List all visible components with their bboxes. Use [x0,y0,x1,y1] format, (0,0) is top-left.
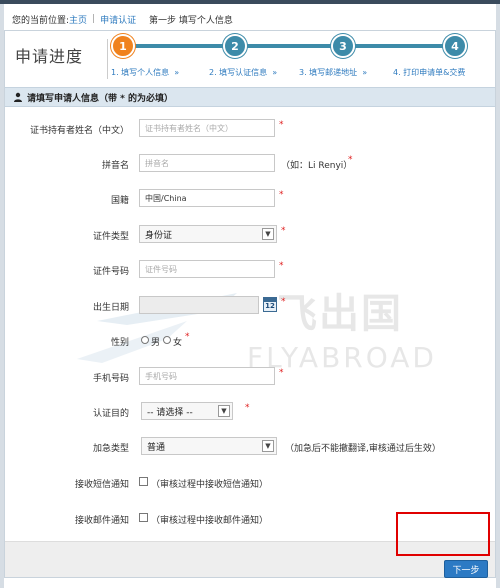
breadcrumb-separator [141,14,144,24]
pinyin-label: 拼音名 [101,161,129,171]
birth-date-label: 出生日期 [92,303,129,313]
row-phone: 手机号码 手机号码 * [5,367,495,387]
email-notify-text: （审核过程中接收邮件通知） [151,516,269,526]
row-gender: 性别 男 女 * [5,331,495,351]
breadcrumb-current: 第一步 填写个人信息 [149,15,233,26]
step-2-label-text: 2. 填写认证信息 [209,68,268,77]
section-header: 请填写申请人信息（带 * 的为必填） [5,87,495,107]
nationality-input[interactable]: 中国/China [139,189,275,207]
urgency-selected-value: 普通 [147,442,166,453]
progress-line [353,44,453,48]
required-mark: * [281,226,286,236]
breadcrumb-separator: | [92,14,96,24]
pinyin-input[interactable]: 拼音名 [139,154,275,172]
urgency-label: 加急类型 [92,444,129,454]
next-step-button[interactable]: 下一步 [444,560,488,578]
step-4-label: 4. 打印申请单&交费 [393,68,466,77]
breadcrumb-section-link[interactable]: 申请认证 [100,13,136,26]
sms-notify-label: 接收短信通知 [74,480,129,490]
step-3-label-text: 3. 填写邮递地址 [299,68,358,77]
gender-female-label: 女 [173,338,183,348]
row-id-number: 证件号码 证件号码 * [5,260,495,280]
section-title: 请填写申请人信息（带 * 的为必填） [27,93,173,104]
top-header-strip [0,0,500,4]
row-id-type: 证件类型 身份证 ▼ * [5,225,495,245]
step-3-circle: 3 [331,34,355,58]
step-1-circle: 1 [111,34,135,58]
row-nationality: 国籍 中国/China * [5,189,495,209]
step-2-label: 2. 填写认证信息 » [209,67,277,78]
chevron-down-icon[interactable]: ▼ [262,228,274,240]
row-urgency: 加急类型 普通 ▼ （加急后不能撤翻译,审核通过后生效） [5,437,495,457]
calendar-icon[interactable]: 12 [263,297,277,312]
gender-male-radio[interactable] [141,336,149,344]
gender-female-radio[interactable] [163,336,171,344]
breadcrumb-prefix: 您的当前位置: [12,15,70,26]
calendar-day: 12 [265,302,275,310]
watermark-plane-icon [77,293,237,363]
purpose-selected-value: -- 请选择 -- [147,407,193,418]
purpose-select[interactable]: -- 请选择 -- ▼ [141,402,233,420]
step-4-circle: 4 [443,34,467,58]
email-notify-checkbox[interactable] [139,513,148,522]
purpose-label: 认证目的 [92,409,129,419]
id-type-select[interactable]: 身份证 ▼ [139,225,277,243]
urgency-note: （加急后不能撤翻译,审核通过后生效） [285,444,441,454]
id-type-selected-value: 身份证 [145,230,173,241]
breadcrumb: 您的当前位置: 主页 | 申请认证 第一步 填写个人信息 [12,12,233,26]
required-mark: * [279,190,284,200]
pinyin-example-note: （如：Li Renyi） [281,161,353,171]
user-icon [14,92,22,102]
row-name-cn: 证书持有者姓名（中文） 证书持有者姓名（中文） * [5,119,495,139]
chevron-down-icon[interactable]: ▼ [262,440,274,452]
birth-date-input[interactable] [139,296,259,314]
step-1-label: 1. 填写个人信息 » [111,67,179,78]
step-chevron: » [272,68,278,77]
right-frame-edge [496,4,500,588]
phone-label: 手机号码 [92,374,129,384]
required-mark: * [185,332,190,342]
title-divider [107,39,108,79]
sms-notify-checkbox[interactable] [139,477,148,486]
row-sms-notify: 接收短信通知 （审核过程中接收短信通知） [5,473,495,493]
name-cn-input[interactable]: 证书持有者姓名（中文） [139,119,275,137]
name-cn-label: 证书持有者姓名（中文） [29,126,129,136]
urgency-select[interactable]: 普通 ▼ [141,437,277,455]
next-button-highlight [396,512,490,556]
step-2-circle: 2 [223,34,247,58]
row-purpose: 认证目的 -- 请选择 -- ▼ * [5,402,495,422]
step-chevron: » [362,68,368,77]
id-number-input[interactable]: 证件号码 [139,260,275,278]
required-mark: * [348,155,353,165]
email-notify-label: 接收邮件通知 [74,516,129,526]
row-pinyin: 拼音名 拼音名 （如：Li Renyi） * [5,154,495,174]
required-mark: * [279,261,284,271]
progress-title: 申请进度 [15,47,84,66]
step-chevron: » [174,68,180,77]
gender-male-label: 男 [151,338,161,348]
required-mark: * [279,120,284,130]
sms-notify-text: （审核过程中接收短信通知） [151,480,269,490]
step-3-label: 3. 填写邮递地址 » [299,67,367,78]
required-mark: * [281,297,286,307]
chevron-down-icon[interactable]: ▼ [218,405,230,417]
phone-input[interactable]: 手机号码 [139,367,275,385]
gender-label: 性别 [110,338,129,348]
row-birth-date: 出生日期 12 * [5,296,495,316]
nationality-label: 国籍 [110,196,129,206]
step-1-label-text: 1. 填写个人信息 [111,68,170,77]
id-number-label: 证件号码 [92,267,129,277]
id-type-label: 证件类型 [92,232,129,242]
required-mark: * [245,403,250,413]
breadcrumb-home-link[interactable]: 主页 [69,13,87,26]
application-panel: 申请进度 1 2 3 4 1. 填写个人信息 » 2. 填写认证信息 » 3. … [4,30,496,578]
required-mark: * [279,368,284,378]
